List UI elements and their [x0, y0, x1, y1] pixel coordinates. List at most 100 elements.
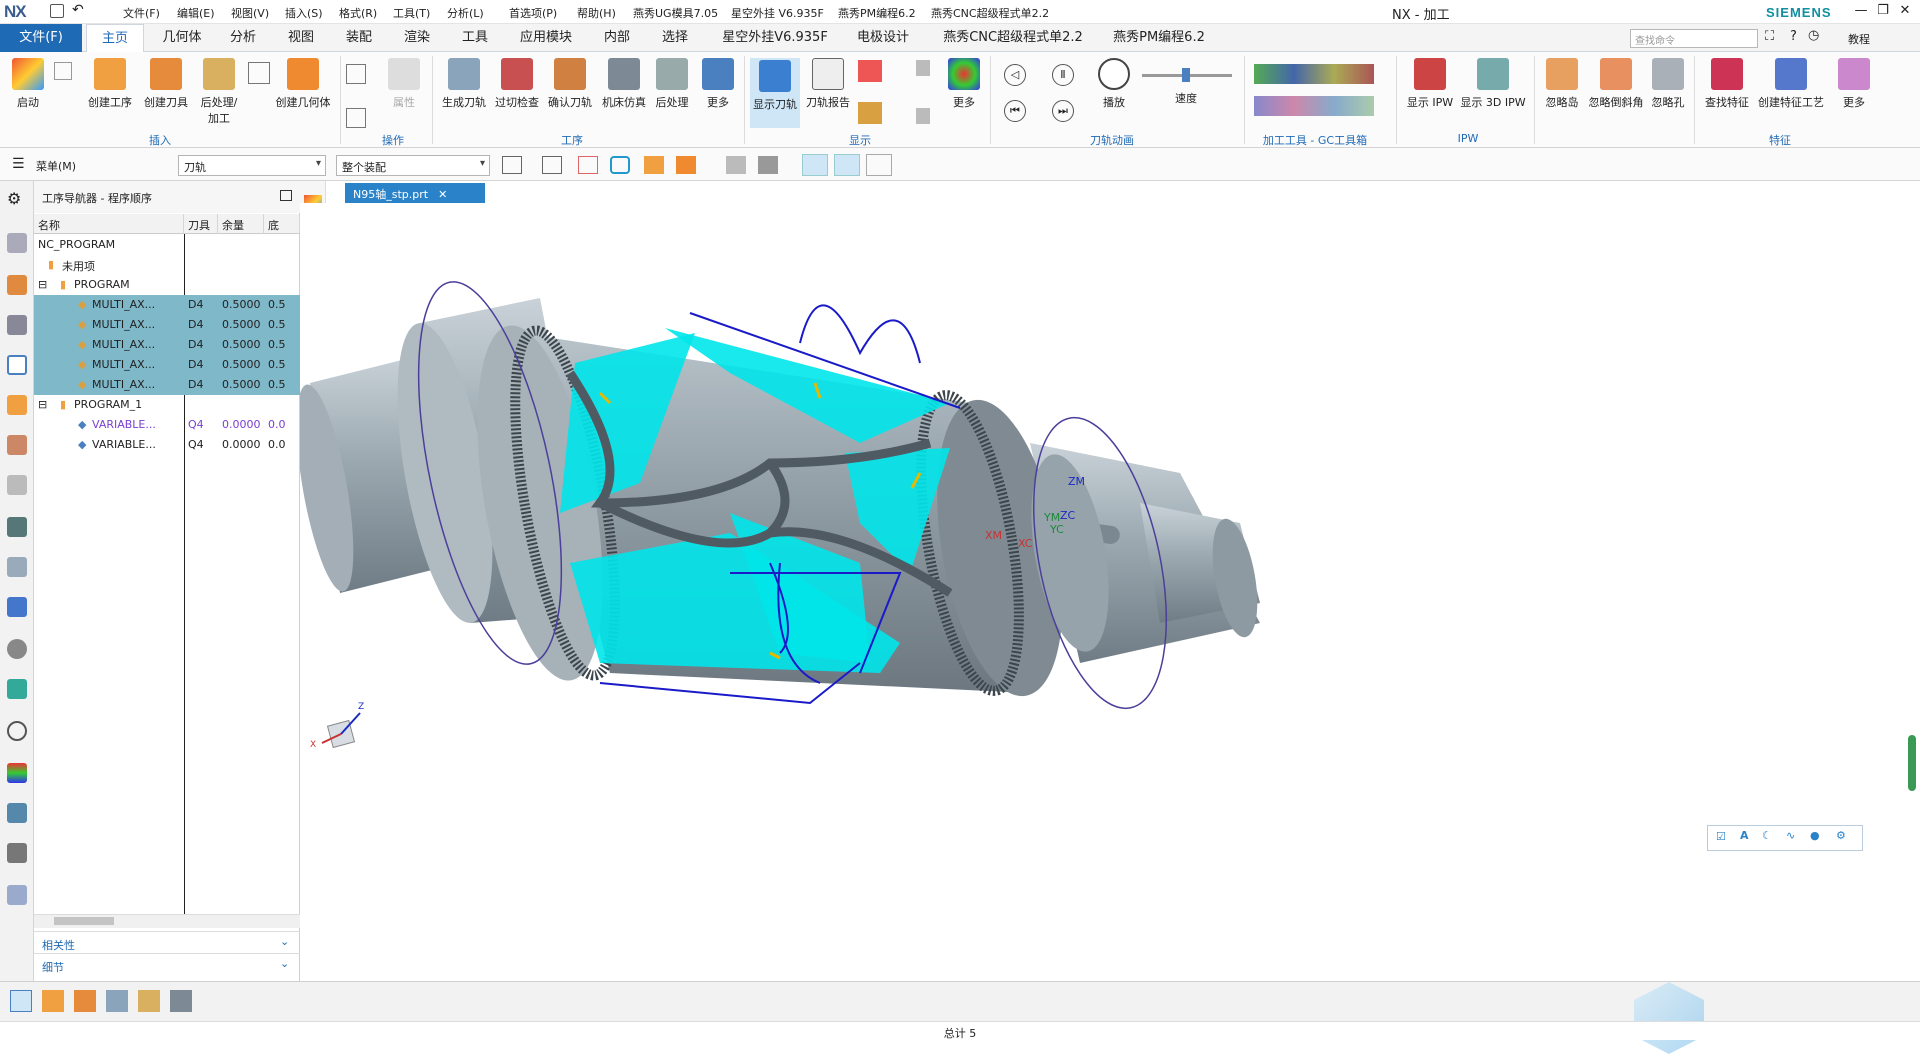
tree-row-operation[interactable]: ◆ MULTI_AX... D4 0.5000 0.5 [34, 355, 300, 375]
close-button[interactable]: ✕ [1896, 3, 1914, 19]
menu-yanxiu-cnc[interactable]: 燕秀CNC超级程式单2.2 [931, 5, 1049, 21]
gc-toolbox-icons-row2[interactable] [1254, 96, 1374, 116]
command-search-input[interactable]: 查找命令 [1630, 29, 1758, 48]
tree-row-operation[interactable]: ◆ MULTI_AX... D4 0.5000 0.5 [34, 375, 300, 395]
tab-home[interactable]: 主页 [86, 24, 144, 53]
forward-icon[interactable]: ⏭ [1052, 100, 1074, 122]
tree-row-operation[interactable]: ◆ MULTI_AX... D4 0.5000 0.5 [34, 315, 300, 335]
collapse-icon[interactable]: ⊟ [38, 398, 47, 411]
tutorial-link[interactable]: 教程 [1848, 31, 1870, 47]
undo-icon[interactable]: ↶ [72, 2, 84, 18]
view-icon[interactable] [7, 517, 27, 537]
process-studio-icon[interactable] [7, 803, 27, 823]
show-ipw-button[interactable]: 显示 IPW [1404, 58, 1456, 110]
method-view-icon[interactable] [106, 990, 128, 1012]
menu-xingkong[interactable]: 星空外挂 V6.935F [731, 5, 824, 21]
chevron-down-icon[interactable]: ⌄ [280, 935, 289, 948]
more-feature-button[interactable]: 更多 [1834, 58, 1874, 110]
display-toolpath-button[interactable]: 显示刀轨 [750, 58, 800, 128]
tab-geometry[interactable]: 几何体 [154, 24, 210, 52]
chevron-down-icon[interactable]: ⌄ [280, 957, 289, 970]
start-button[interactable]: 启动 [6, 58, 50, 110]
wire-icon[interactable] [758, 156, 778, 174]
tab-view[interactable]: 视图 [276, 24, 326, 52]
tree-row-unused[interactable]: ▮ 未用项 [34, 255, 300, 275]
verify-toolpath-button[interactable]: 确认刀轨 [544, 58, 596, 110]
history-icon[interactable] [7, 721, 27, 741]
properties-button[interactable]: 属性 [384, 58, 424, 110]
more-operation-button[interactable]: 更多 [700, 58, 736, 110]
scope-dropdown[interactable]: 整个装配 [336, 155, 490, 176]
scrollbar-thumb[interactable] [54, 917, 114, 925]
tab-assembly[interactable]: 装配 [334, 24, 384, 52]
ignore-chamfer-button[interactable]: 忽略倒斜角 [1588, 58, 1644, 110]
hd3d-icon[interactable] [7, 557, 27, 577]
maximize-button[interactable]: ❐ [1874, 3, 1892, 19]
tab-tools[interactable]: 工具 [450, 24, 500, 52]
collapse-icon[interactable]: ⊟ [38, 278, 47, 291]
mcs-toggle-icon[interactable] [802, 154, 828, 176]
tab-render[interactable]: 渲染 [392, 24, 442, 52]
small-insert-icon[interactable] [54, 62, 72, 80]
postprocess-machining-button[interactable]: 后处理/加工 [196, 58, 242, 126]
gear-icon[interactable]: ⚙ [7, 189, 27, 209]
gc-toolbox-icons-row1[interactable] [1254, 64, 1374, 84]
nc-group-view-icon[interactable] [170, 990, 192, 1012]
tree-row-operation[interactable]: ◆ MULTI_AX... D4 0.5000 0.5 [34, 335, 300, 355]
tab-electrode[interactable]: 电极设计 [848, 24, 918, 52]
up-arrow-icon[interactable] [916, 60, 930, 76]
tab-file[interactable]: 文件(F) [0, 24, 82, 52]
help-icon[interactable]: ? [1790, 29, 1797, 44]
tab-applications[interactable]: 应用模块 [508, 24, 584, 52]
column-stock-header[interactable]: 余量 [218, 214, 264, 234]
shade-icon[interactable] [726, 156, 746, 174]
box-icon[interactable] [644, 156, 664, 174]
system-materials-icon[interactable] [7, 885, 27, 905]
checkbox-icon[interactable]: ☑ [1716, 830, 1726, 843]
details-section[interactable]: 细节 [34, 953, 300, 975]
constraint-navigator-icon[interactable] [7, 315, 27, 335]
create-tool-button[interactable]: 创建刀具 [140, 58, 192, 110]
tree-row-operation[interactable]: ◆ VARIABLE... Q4 0.0000 0.0 [34, 415, 300, 435]
hexagon-icon[interactable] [610, 156, 630, 174]
create-feature-process-button[interactable]: 创建特征工艺 [1756, 58, 1826, 110]
menu-edit[interactable]: 编辑(E) [177, 5, 215, 21]
eye-toggle-icon[interactable] [834, 154, 860, 176]
menu-button[interactable]: 菜单(M) [36, 158, 76, 174]
gear-icon[interactable]: ⚙ [1836, 829, 1846, 842]
assembly-navigator-icon[interactable] [7, 275, 27, 295]
speed-slider-handle[interactable] [1182, 68, 1190, 82]
info-icon[interactable] [7, 639, 27, 659]
machine-simulation-button[interactable]: 机床仿真 [598, 58, 650, 110]
part-navigator-icon[interactable] [7, 233, 27, 253]
menu-view[interactable]: 视图(V) [231, 5, 269, 21]
ignore-island-button[interactable]: 忽略岛 [1542, 58, 1582, 110]
down-arrow-icon[interactable] [916, 108, 930, 124]
type-filter-dropdown[interactable]: 刀轨 [178, 155, 326, 176]
vertical-scroll-indicator[interactable] [1908, 735, 1916, 791]
filter-icon[interactable] [542, 156, 562, 174]
tree-row-operation[interactable]: ◆ MULTI_AX... D4 0.5000 0.5 [34, 295, 300, 315]
part-model-view[interactable]: ZM XM XC YM ZC YC Z X [296, 203, 1900, 981]
method-icon[interactable] [248, 62, 270, 84]
ignore-hole-button[interactable]: 忽略孔 [1648, 58, 1688, 110]
assembly-icon[interactable] [676, 156, 696, 174]
moon-icon[interactable]: ☾ [1762, 829, 1772, 842]
clock-icon[interactable]: ◷ [1808, 28, 1819, 43]
select-icon[interactable] [502, 156, 522, 174]
program-order-view-icon[interactable] [10, 990, 32, 1012]
step-back-icon[interactable]: ◁ [1004, 64, 1026, 86]
postprocess-button[interactable]: 后处理 [652, 58, 692, 110]
graphics-window[interactable]: ZM XM XC YM ZC YC Z X [296, 203, 1900, 981]
menu-tools[interactable]: 工具(T) [393, 5, 430, 21]
play-button[interactable]: 播放 [1094, 58, 1134, 110]
show-3d-ipw-button[interactable]: 显示 3D IPW [1460, 58, 1526, 110]
web-browser-icon[interactable] [7, 679, 27, 699]
menu-analysis[interactable]: 分析(L) [447, 5, 484, 21]
menu-yanxiu-mold[interactable]: 燕秀UG模具7.05 [633, 5, 718, 21]
minimize-button[interactable]: — [1852, 3, 1870, 19]
tab-yanxiu-pm[interactable]: 燕秀PM编程6.2 [1104, 24, 1214, 52]
tab-analysis[interactable]: 分析 [218, 24, 268, 52]
display-icon-1[interactable] [858, 60, 882, 82]
tab-yanxiu-cnc[interactable]: 燕秀CNC超级程式单2.2 [928, 24, 1098, 52]
